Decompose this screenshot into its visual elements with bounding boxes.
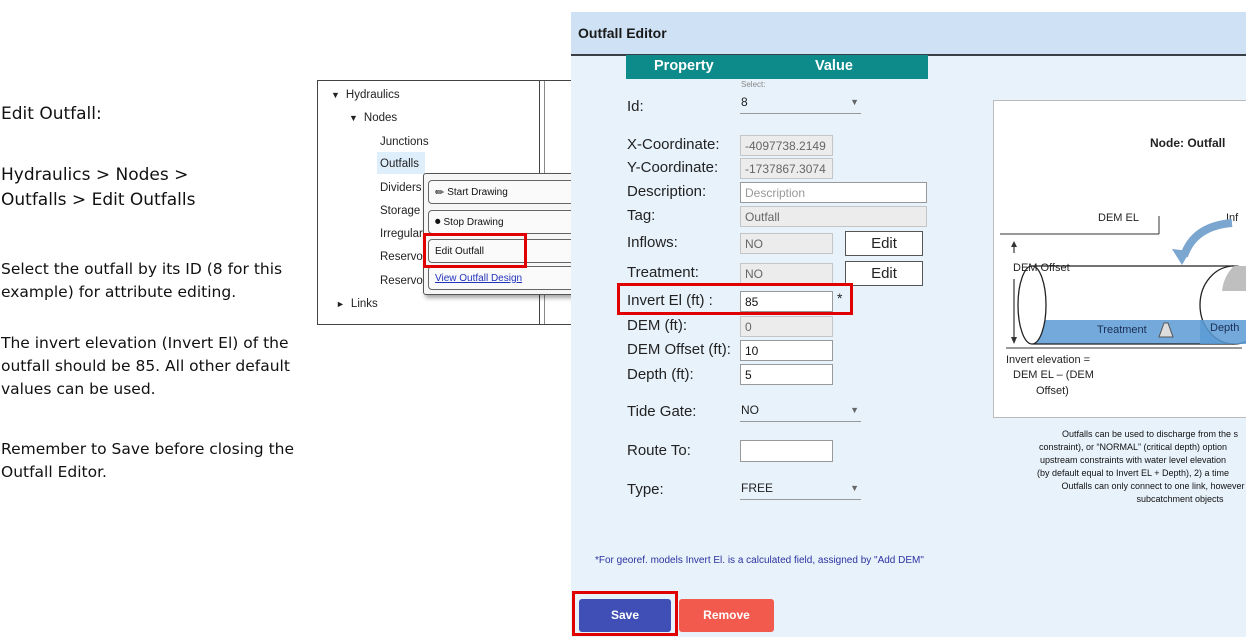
- outfall-diagram: Node: Outfall DEM EL Inf DEM Offset Trea…: [993, 100, 1246, 418]
- tree-item-reservoir-1[interactable]: Reservo: [380, 251, 423, 263]
- tree-item-irregular[interactable]: Irregular: [380, 228, 423, 240]
- tag-field[interactable]: Outfall: [740, 206, 927, 227]
- tree-item-junctions[interactable]: Junctions: [380, 136, 429, 148]
- route-to-label: Route To:: [627, 442, 691, 459]
- x-coordinate-field[interactable]: -4097738.2149: [740, 135, 833, 156]
- tree-item-reservoir-2[interactable]: Reservo: [380, 275, 423, 287]
- georef-note: *For georef. models Invert El. is a calc…: [595, 555, 924, 566]
- select-caption: Select:: [741, 80, 766, 89]
- invert-el-highlight: [617, 283, 853, 315]
- type-value: FREE: [741, 481, 774, 495]
- diagram-invert-line1: Invert elevation =: [1006, 354, 1091, 366]
- instruction-save-line2: Outfall Editor.: [1, 463, 107, 481]
- tree-item-storage[interactable]: Storage: [380, 205, 420, 217]
- y-coordinate-field[interactable]: -1737867.3074: [740, 158, 833, 179]
- dem-offset-label: DEM Offset (ft):: [627, 341, 731, 358]
- start-drawing-label: Start Drawing: [447, 186, 508, 198]
- caption-line2: constraint), or “NORMAL” (critical depth…: [1038, 442, 1228, 452]
- tide-gate-select[interactable]: NO ▼: [740, 400, 861, 422]
- dropdown-caret-icon: ▼: [850, 483, 859, 493]
- id-select-value: 8: [741, 95, 748, 109]
- instruction-invert-line2: outfall should be 85. All other default: [1, 357, 290, 375]
- edit-treatment-button[interactable]: Edit: [845, 261, 923, 286]
- diagram-treatment-label: Treatment: [1097, 324, 1147, 336]
- tree-item-links[interactable]: ► Links: [336, 298, 378, 310]
- caption-line4: (by default equal to Invert EL + Depth),…: [1036, 468, 1230, 478]
- tree-item-label: Links: [350, 298, 378, 310]
- tide-gate-label: Tide Gate:: [627, 403, 697, 420]
- diagram-invert-line2: DEM EL – (DEM: [1013, 369, 1094, 381]
- depth-field[interactable]: 5: [740, 364, 833, 385]
- collapse-triangle-icon: ►: [336, 299, 345, 309]
- inflows-label: Inflows:: [627, 234, 678, 251]
- caption-line5: Outfalls can only connect to one link, h…: [1061, 481, 1245, 491]
- instruction-invert-line3: values can be used.: [1, 380, 156, 398]
- offset-arrow-down-head: [1011, 337, 1017, 344]
- pipe-inlet-end: [1017, 265, 1047, 345]
- instruction-title: Edit Outfall:: [1, 104, 102, 124]
- editor-header: Outfall Editor: [571, 12, 1246, 56]
- instruction-invert-line1: The invert elevation (Invert El) of the: [1, 334, 289, 352]
- type-label: Type:: [627, 481, 664, 498]
- dropdown-caret-icon: ▼: [850, 405, 859, 415]
- dem-label: DEM (ft):: [627, 317, 687, 334]
- diagram-invert-line3: Offset): [1036, 385, 1069, 397]
- tree-item-hydraulics[interactable]: ▼ Hydraulics: [331, 89, 400, 101]
- offset-arrow-up-head: [1011, 241, 1017, 247]
- column-header-value: Value: [815, 58, 853, 74]
- type-select[interactable]: FREE ▼: [740, 478, 861, 500]
- pencil-icon: ✏: [435, 186, 445, 199]
- dem-field[interactable]: 0: [740, 316, 833, 337]
- id-select[interactable]: 8 ▼: [740, 92, 861, 114]
- caption-line6: subcatchment objects: [1136, 494, 1224, 504]
- tree-item-nodes[interactable]: ▼ Nodes: [349, 112, 397, 124]
- depth-label: Depth (ft):: [627, 366, 694, 383]
- stop-drawing-label: Stop Drawing: [443, 216, 504, 228]
- view-outfall-design-label: View Outfall Design: [435, 272, 523, 284]
- instruction-path-line1: Hydraulics > Nodes >: [1, 165, 189, 185]
- editor-title: Outfall Editor: [578, 25, 667, 41]
- tide-gate-value: NO: [741, 403, 759, 417]
- tag-label: Tag:: [627, 207, 656, 224]
- edit-outfall-highlight: [423, 233, 527, 268]
- table-header: Property Value: [626, 55, 928, 79]
- caption-line1: Outfalls can be used to discharge from t…: [1061, 429, 1239, 439]
- tree-item-outfalls[interactable]: Outfalls: [380, 158, 419, 170]
- tree-item-label: Nodes: [363, 112, 398, 124]
- y-coordinate-label: Y-Coordinate:: [627, 159, 719, 176]
- view-outfall-design-link[interactable]: View Outfall Design: [428, 266, 582, 290]
- column-header-property: Property: [654, 58, 714, 74]
- start-drawing-button[interactable]: ✏ Start Drawing: [428, 180, 582, 204]
- description-label: Description:: [627, 183, 707, 200]
- remove-button[interactable]: Remove: [679, 599, 774, 632]
- stop-circle-icon: ⏺: [435, 215, 441, 228]
- route-to-field[interactable]: [740, 440, 833, 462]
- inflows-field[interactable]: NO: [740, 233, 833, 254]
- diagram-dem-offset-label: DEM Offset: [1013, 262, 1070, 274]
- dropdown-caret-icon: ▼: [850, 97, 859, 107]
- layer-tree-panel: ▼ Hydraulics ▼ Nodes Junctions Outfalls Di…: [317, 80, 609, 325]
- inflow-curve: [1180, 219, 1233, 258]
- tree-item-label: Hydraulics: [345, 89, 400, 101]
- expand-triangle-icon: ▼: [331, 90, 340, 100]
- instruction-path-line2: Outfalls > Edit Outfalls: [1, 190, 196, 210]
- x-coordinate-label: X-Coordinate:: [627, 136, 720, 153]
- edit-inflows-button[interactable]: Edit: [845, 231, 923, 256]
- expand-triangle-icon: ▼: [349, 113, 358, 123]
- diagram-depth-label: Depth: [1210, 322, 1240, 334]
- caption-line3: upstream constraints with water level el…: [1039, 455, 1227, 465]
- instruction-save-line1: Remember to Save before closing the: [1, 440, 295, 458]
- description-field[interactable]: Description: [740, 182, 927, 203]
- dem-offset-field[interactable]: 10: [740, 340, 833, 361]
- treatment-label: Treatment:: [627, 264, 699, 281]
- stop-drawing-button[interactable]: ⏺ Stop Drawing: [428, 210, 582, 234]
- instruction-select-line2: example) for attribute editing.: [1, 283, 237, 301]
- save-highlight: [572, 591, 678, 636]
- instruction-select-line1: Select the outfall by its ID (8 for this: [1, 260, 283, 278]
- tree-item-dividers[interactable]: Dividers: [380, 182, 422, 194]
- treatment-field[interactable]: NO: [740, 263, 833, 284]
- id-label: Id:: [627, 98, 644, 115]
